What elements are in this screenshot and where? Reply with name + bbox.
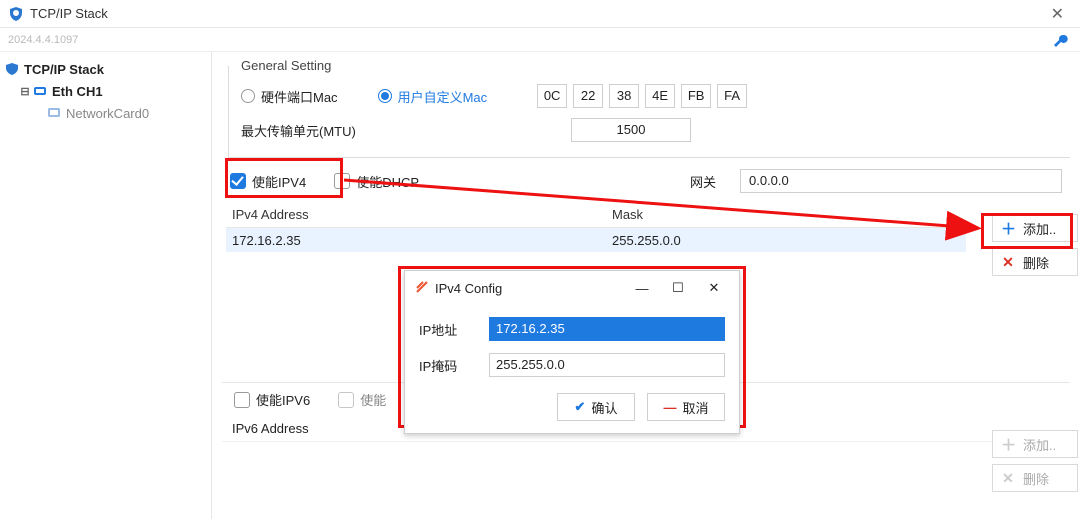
checkbox-enable-dhcp[interactable]: 使能DHCP bbox=[334, 172, 419, 191]
checkbox-icon bbox=[334, 173, 350, 189]
settings-wrench-icon[interactable] bbox=[1050, 32, 1072, 48]
ipv6-delete-button-label: 删除 bbox=[1023, 469, 1049, 488]
window-title: TCP/IP Stack bbox=[30, 6, 1043, 21]
radio-dot-icon bbox=[241, 89, 255, 103]
dialog-close-icon[interactable]: ✕ bbox=[699, 280, 729, 296]
ipv4-table: IPv4 Address Mask 172.16.2.35 255.255.0.… bbox=[226, 202, 966, 252]
col-ipv6-address[interactable]: IPv6 Address bbox=[232, 421, 309, 436]
tree-node-eth[interactable]: ⊟ Eth CH1 bbox=[4, 80, 207, 102]
dialog-mask-input[interactable]: 255.255.0.0 bbox=[489, 353, 725, 377]
vertical-splitter[interactable] bbox=[208, 52, 214, 519]
cell-ipv4-address: 172.16.2.35 bbox=[232, 233, 612, 248]
dialog-cancel-label: 取消 bbox=[682, 398, 708, 417]
x-icon: ✕ bbox=[1001, 254, 1015, 271]
ipv6-add-button-label: 添加.. bbox=[1023, 435, 1056, 454]
horizontal-splitter[interactable] bbox=[212, 364, 222, 394]
checkbox-ipv6-extra[interactable]: 使能 bbox=[338, 390, 386, 409]
plus-icon: ＋ bbox=[1001, 218, 1015, 239]
titlebar: TCP/IP Stack ✕ bbox=[0, 0, 1080, 28]
ipv4-table-header: IPv4 Address Mask bbox=[226, 202, 966, 228]
dialog-ip-input[interactable]: 172.16.2.35 bbox=[489, 317, 725, 341]
gateway-label: 网关 bbox=[690, 172, 716, 191]
radio-dot-icon bbox=[378, 89, 392, 103]
dialog-ok-button[interactable]: ✔ 确认 bbox=[557, 393, 635, 421]
ipv4-table-row[interactable]: 172.16.2.35 255.255.0.0 bbox=[226, 228, 966, 252]
cell-ipv4-mask: 255.255.0.0 bbox=[612, 233, 966, 248]
close-icon[interactable]: ✕ bbox=[1043, 4, 1072, 24]
mac-byte-2[interactable]: 38 bbox=[609, 84, 639, 108]
dialog-maximize-icon[interactable]: ☐ bbox=[663, 280, 693, 296]
stack-icon bbox=[4, 61, 20, 77]
mac-byte-3[interactable]: 4E bbox=[645, 84, 675, 108]
mac-byte-1[interactable]: 22 bbox=[573, 84, 603, 108]
tree-node-root-label: TCP/IP Stack bbox=[24, 62, 104, 77]
radio-hw-mac[interactable]: 硬件端口Mac bbox=[241, 87, 338, 106]
checkbox-enable-ipv4[interactable]: 使能IPV4 bbox=[230, 172, 306, 191]
mtu-input[interactable]: 1500 bbox=[571, 118, 691, 142]
general-setting-group: General Setting 硬件端口Mac 用户自定义Mac 0C 22 3… bbox=[228, 58, 1070, 158]
checkbox-icon bbox=[234, 392, 250, 408]
plus-icon: ＋ bbox=[1001, 434, 1015, 455]
mac-bytes: 0C 22 38 4E FB FA bbox=[537, 84, 747, 108]
check-icon: ✔ bbox=[575, 399, 586, 415]
checkbox-enable-ipv4-label: 使能IPV4 bbox=[252, 172, 306, 191]
ipv6-side-buttons: ＋ 添加.. ✕ 删除 bbox=[992, 430, 1078, 492]
checkbox-ipv6-extra-label: 使能 bbox=[360, 390, 386, 409]
dialog-app-icon bbox=[415, 280, 429, 297]
mac-byte-5[interactable]: FA bbox=[717, 84, 747, 108]
ipv4-bar: 使能IPV4 使能DHCP 网关 0.0.0.0 bbox=[222, 164, 1070, 198]
build-info: 2024.4.4.1097 bbox=[8, 34, 1050, 46]
ipv4-add-button[interactable]: ＋ 添加.. bbox=[992, 214, 1078, 242]
checkbox-enable-ipv6[interactable]: 使能IPV6 bbox=[234, 390, 310, 409]
ipv4-delete-button[interactable]: ✕ 删除 bbox=[992, 248, 1078, 276]
dialog-minimize-icon[interactable]: — bbox=[627, 281, 657, 296]
ipv4-side-buttons: ＋ 添加.. ✕ 删除 bbox=[992, 214, 1078, 276]
checkbox-icon bbox=[338, 392, 354, 408]
tree-node-root[interactable]: TCP/IP Stack bbox=[4, 58, 207, 80]
mac-byte-4[interactable]: FB bbox=[681, 84, 711, 108]
dialog-cancel-button[interactable]: — 取消 bbox=[647, 393, 725, 421]
general-setting-legend: General Setting bbox=[237, 58, 335, 73]
ipv4-config-dialog: IPv4 Config — ☐ ✕ IP地址 172.16.2.35 IP掩码 … bbox=[404, 270, 740, 434]
radio-hw-mac-label: 硬件端口Mac bbox=[261, 87, 338, 106]
tree-node-eth-label: Eth CH1 bbox=[52, 84, 103, 99]
nic-icon bbox=[46, 105, 62, 121]
checkbox-enable-dhcp-label: 使能DHCP bbox=[356, 172, 419, 191]
ipv4-delete-button-label: 删除 bbox=[1023, 253, 1049, 272]
mtu-label: 最大传输单元(MTU) bbox=[241, 121, 401, 140]
ipv4-add-button-label: 添加.. bbox=[1023, 219, 1056, 238]
mac-byte-0[interactable]: 0C bbox=[537, 84, 567, 108]
radio-user-mac-label: 用户自定义Mac bbox=[398, 87, 488, 106]
radio-user-mac[interactable]: 用户自定义Mac bbox=[378, 87, 488, 106]
dialog-ok-label: 确认 bbox=[591, 398, 617, 417]
x-icon: ✕ bbox=[1001, 470, 1015, 487]
sidebar-tree: TCP/IP Stack ⊟ Eth CH1 NetworkCard0 bbox=[0, 52, 212, 519]
ethernet-icon bbox=[32, 83, 48, 99]
minus-icon: — bbox=[663, 400, 676, 415]
app-icon bbox=[8, 6, 24, 22]
dialog-title: IPv4 Config bbox=[435, 281, 502, 296]
checkbox-enable-ipv6-label: 使能IPV6 bbox=[256, 390, 310, 409]
col-ipv4-mask[interactable]: Mask bbox=[612, 207, 966, 222]
toolbar: 2024.4.4.1097 bbox=[0, 28, 1080, 52]
tree-node-nic-label: NetworkCard0 bbox=[66, 106, 149, 121]
dialog-titlebar[interactable]: IPv4 Config — ☐ ✕ bbox=[405, 271, 739, 305]
dialog-mask-label: IP掩码 bbox=[419, 356, 489, 375]
ipv6-delete-button: ✕ 删除 bbox=[992, 464, 1078, 492]
col-ipv4-address[interactable]: IPv4 Address bbox=[232, 207, 612, 222]
checkbox-icon bbox=[230, 173, 246, 189]
ipv6-add-button: ＋ 添加.. bbox=[992, 430, 1078, 458]
gateway-input[interactable]: 0.0.0.0 bbox=[740, 169, 1062, 193]
dialog-ip-label: IP地址 bbox=[419, 320, 489, 339]
tree-node-nic[interactable]: NetworkCard0 bbox=[4, 102, 207, 124]
collapse-icon[interactable]: ⊟ bbox=[18, 85, 32, 98]
